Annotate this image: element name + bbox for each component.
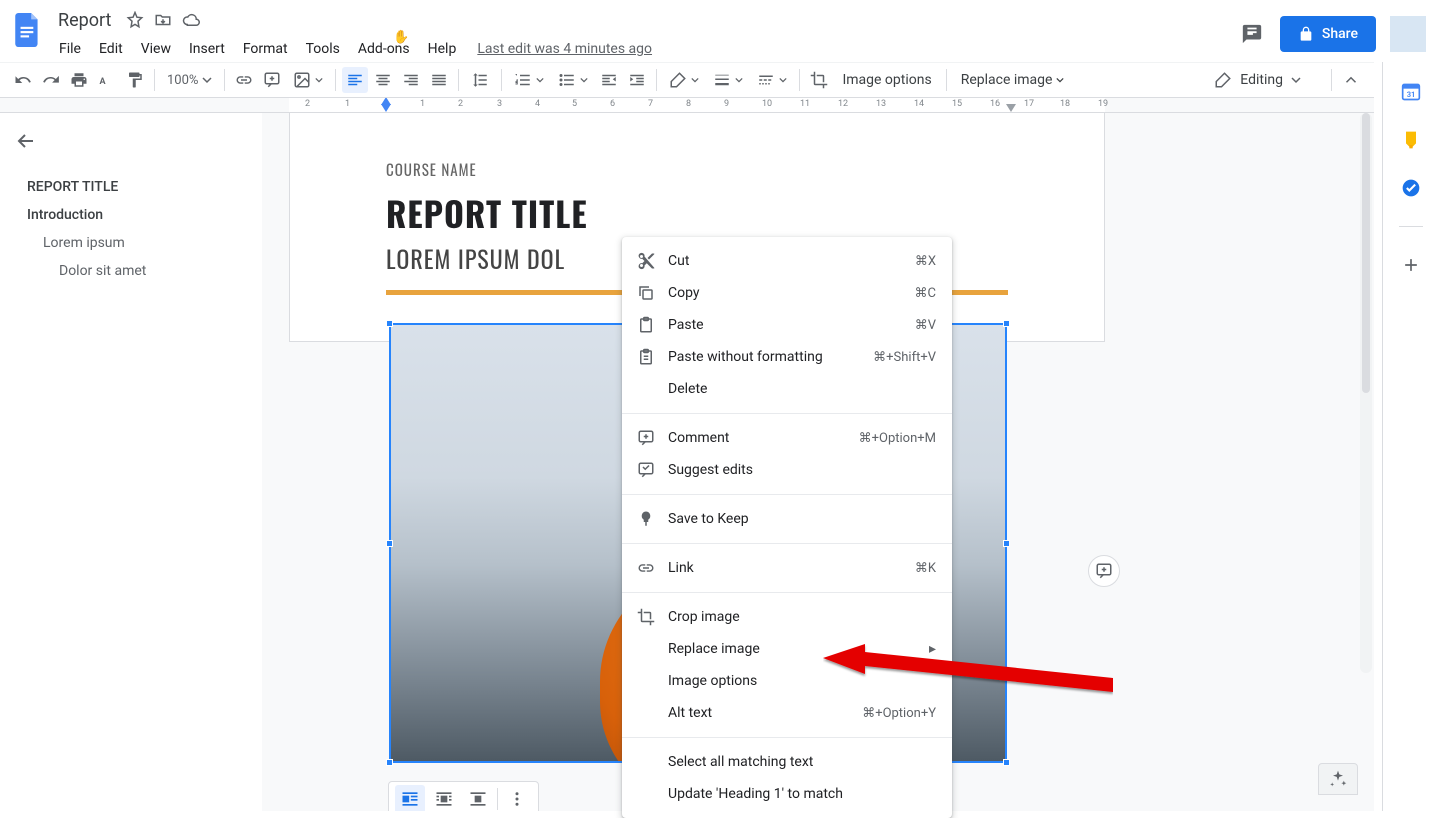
insert-link-button[interactable] xyxy=(231,67,257,93)
zoom-select[interactable]: 100% xyxy=(161,67,218,93)
scrollbar[interactable] xyxy=(1360,113,1372,673)
hide-menus-button[interactable] xyxy=(1338,67,1364,93)
wrap-more-button[interactable] xyxy=(502,785,532,811)
menu-view[interactable]: View xyxy=(134,39,178,59)
menu-help[interactable]: Help xyxy=(421,39,464,59)
outline-item[interactable]: Dolor sit amet xyxy=(14,257,254,285)
outline-back-button[interactable] xyxy=(14,127,42,155)
paint-format-button[interactable] xyxy=(122,67,148,93)
menu-tools[interactable]: Tools xyxy=(299,39,347,59)
svg-text:31: 31 xyxy=(1406,90,1415,99)
crop-button[interactable] xyxy=(806,67,832,93)
doc-course-name: COURSE NAME xyxy=(386,159,1008,181)
resize-handle[interactable] xyxy=(1003,320,1010,327)
resize-handle[interactable] xyxy=(386,759,393,766)
menu-edit[interactable]: Edit xyxy=(92,39,130,59)
context-menu: Cut⌘XCopy⌘CPaste⌘VPaste without formatti… xyxy=(622,237,952,818)
ctx-suggest-edits[interactable]: Suggest edits xyxy=(622,454,952,486)
share-button[interactable]: Share xyxy=(1280,16,1376,52)
indent-decrease-button[interactable] xyxy=(596,67,622,93)
scrollbar-thumb[interactable] xyxy=(1362,113,1370,393)
replace-image-button[interactable]: Replace image xyxy=(953,72,1072,88)
ctx-alt-text[interactable]: Alt text⌘+Option+Y xyxy=(622,697,952,729)
svg-text:A: A xyxy=(100,77,107,87)
ctx-image-options[interactable]: Image options xyxy=(622,665,952,697)
ctx-paste[interactable]: Paste⌘V xyxy=(622,309,952,341)
image-wrap-toolbar xyxy=(388,781,539,811)
titlebar: Report File Edit View Insert Format Tool… xyxy=(0,0,1438,60)
redo-button[interactable] xyxy=(38,67,64,93)
border-dash-button[interactable] xyxy=(751,67,793,93)
ctx-comment[interactable]: Comment⌘+Option+M xyxy=(622,422,952,454)
print-button[interactable] xyxy=(66,67,92,93)
undo-button[interactable] xyxy=(10,67,36,93)
menu-file[interactable]: File xyxy=(52,39,88,59)
numbered-list-button[interactable] xyxy=(508,67,550,93)
docs-logo[interactable] xyxy=(8,6,48,54)
resize-handle[interactable] xyxy=(386,540,393,547)
align-justify-button[interactable] xyxy=(426,67,452,93)
resize-handle[interactable] xyxy=(1003,540,1010,547)
menu-addons[interactable]: Add-ons xyxy=(351,39,417,59)
outline-item[interactable]: Introduction xyxy=(14,201,254,229)
ctx-replace-image[interactable]: Replace image▸ xyxy=(622,633,952,665)
indent-increase-button[interactable] xyxy=(624,67,650,93)
resize-handle[interactable] xyxy=(386,320,393,327)
outline-item[interactable]: REPORT TITLE xyxy=(14,173,254,201)
toolbar: A 100% Image options Replace image Editi… xyxy=(0,62,1374,98)
ctx-crop-image[interactable]: Crop image xyxy=(622,601,952,633)
align-right-button[interactable] xyxy=(398,67,424,93)
left-indent[interactable] xyxy=(381,104,391,112)
calendar-icon[interactable]: 31 xyxy=(1401,82,1421,102)
menu-format[interactable]: Format xyxy=(236,39,295,59)
align-left-button[interactable] xyxy=(342,67,368,93)
add-comment-fab[interactable] xyxy=(1088,555,1120,587)
star-icon[interactable] xyxy=(125,10,145,30)
last-edit-link[interactable]: Last edit was 4 minutes ago xyxy=(477,41,652,57)
open-comments-icon[interactable] xyxy=(1238,20,1266,48)
ruler[interactable]: /* ruler numbers rendered in populate */… xyxy=(0,98,1374,113)
account-avatar[interactable] xyxy=(1390,16,1426,52)
border-color-button[interactable] xyxy=(663,67,705,93)
doc-report-title: REPORT TITLE xyxy=(386,187,1008,238)
tasks-icon[interactable] xyxy=(1401,178,1421,198)
cloud-status-icon[interactable] xyxy=(181,10,201,30)
ctx-copy[interactable]: Copy⌘C xyxy=(622,277,952,309)
ctx-select-all-matching-text[interactable]: Select all matching text xyxy=(622,746,952,778)
line-spacing-button[interactable] xyxy=(465,67,495,93)
explore-button[interactable] xyxy=(1318,763,1358,795)
wrap-inline-button[interactable] xyxy=(395,785,425,811)
wrap-text-button[interactable] xyxy=(429,785,459,811)
wrap-break-button[interactable] xyxy=(463,785,493,811)
spellcheck-button[interactable]: A xyxy=(94,67,120,93)
zoom-value: 100% xyxy=(167,73,198,88)
menu-bar: File Edit View Insert Format Tools Add-o… xyxy=(52,36,652,62)
ctx-link[interactable]: Link⌘K xyxy=(622,552,952,584)
ctx-delete[interactable]: Delete xyxy=(622,373,952,405)
insert-image-button[interactable] xyxy=(287,67,329,93)
ctx-cut[interactable]: Cut⌘X xyxy=(622,245,952,277)
ctx-update-heading-1-to-match[interactable]: Update 'Heading 1' to match xyxy=(622,778,952,810)
share-button-label: Share xyxy=(1322,26,1358,42)
mode-label: Editing xyxy=(1240,72,1283,88)
keep-icon[interactable] xyxy=(1401,130,1421,150)
side-panel: 31 xyxy=(1382,62,1438,811)
outline-panel: REPORT TITLEIntroductionLorem ipsumDolor… xyxy=(0,113,262,811)
bulleted-list-button[interactable] xyxy=(552,67,594,93)
insert-comment-button[interactable] xyxy=(259,67,285,93)
right-indent[interactable] xyxy=(1006,104,1016,112)
move-icon[interactable] xyxy=(153,10,173,30)
outline-item[interactable]: Lorem ipsum xyxy=(14,229,254,257)
doc-title[interactable]: Report xyxy=(52,8,117,33)
mode-switch[interactable]: Editing xyxy=(1204,67,1311,93)
menu-insert[interactable]: Insert xyxy=(182,39,232,59)
ctx-paste-without-formatting[interactable]: Paste without formatting⌘+Shift+V xyxy=(622,341,952,373)
ctx-save-to-keep[interactable]: Save to Keep xyxy=(622,503,952,535)
border-weight-button[interactable] xyxy=(707,67,749,93)
image-options-button[interactable]: Image options xyxy=(834,72,939,88)
resize-handle[interactable] xyxy=(1003,759,1010,766)
add-addon-icon[interactable] xyxy=(1401,255,1421,275)
align-center-button[interactable] xyxy=(370,67,396,93)
